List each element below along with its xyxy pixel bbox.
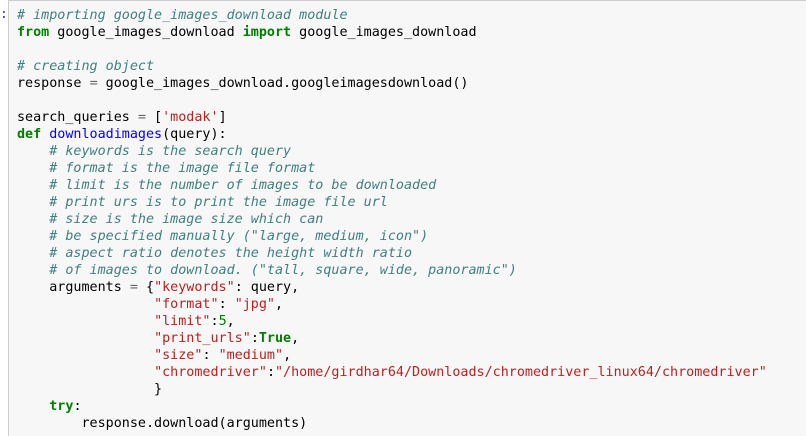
- code-line: search_queries = ['modak']: [17, 109, 767, 126]
- code-token: "keywords": [154, 280, 235, 295]
- code-token: "/home/girdhar64/Downloads/chromedriver_…: [275, 365, 767, 380]
- code-token: search_queries: [17, 110, 138, 125]
- code-token: {: [137, 280, 155, 295]
- code-line: # size is the image size which can: [17, 211, 767, 228]
- code-token: try: [49, 399, 74, 414]
- code-line: # keywords is the search query: [17, 143, 767, 160]
- code-line: "limit":5,: [17, 313, 767, 330]
- code-token: downloadimages: [49, 127, 163, 142]
- code-line: # importing google_images_download modul…: [17, 7, 767, 24]
- code-token: :: [218, 297, 235, 312]
- code-line: "chromedriver":"/home/girdhar64/Download…: [17, 364, 767, 381]
- code-token: "limit": [154, 314, 211, 329]
- code-token: # size is the image size which can: [49, 212, 324, 227]
- code-token: :: [210, 314, 219, 329]
- code-line: try:: [17, 398, 767, 415]
- code-line: # of images to download. ("tall, square,…: [17, 262, 767, 279]
- code-line: }: [17, 381, 767, 398]
- code-line: def downloadimages(query):: [17, 126, 767, 143]
- code-line: # print urs is to print the image file u…: [17, 194, 767, 211]
- code-token: True: [258, 331, 292, 346]
- code-line: arguments = {"keywords": query,: [17, 279, 767, 296]
- code-token: =: [129, 280, 138, 295]
- code-token: # of images to download. ("tall, square,…: [49, 263, 517, 278]
- code-token: response: [17, 76, 90, 91]
- code-token: 'modak': [162, 110, 219, 125]
- code-token: "size": [154, 348, 203, 363]
- code-token: :: [250, 331, 259, 346]
- code-token: (query):: [162, 127, 227, 142]
- code-token: google_images_download: [49, 25, 243, 40]
- code-editor[interactable]: # importing google_images_download modul…: [17, 7, 767, 432]
- code-token: # print urs is to print the image file u…: [49, 195, 388, 210]
- code-token: response.download(arguments): [17, 416, 308, 431]
- code-token: google_images_download.googleimagesdownl…: [97, 76, 469, 91]
- code-token: # aspect ratio denotes the height width …: [49, 246, 413, 261]
- code-line: # be specified manually ("large, medium,…: [17, 228, 767, 245]
- code-line: "print_urls":True,: [17, 330, 767, 347]
- code-token: "chromedriver": [154, 365, 267, 380]
- notebook-page: : # importing google_images_download mod…: [0, 0, 806, 436]
- code-line: "size": "medium",: [17, 347, 767, 364]
- code-token: ,: [283, 348, 292, 363]
- code-token: "format": [154, 297, 219, 312]
- code-token: # creating object: [17, 59, 155, 74]
- code-line: response.download(arguments): [17, 415, 767, 432]
- code-token: }: [17, 382, 163, 397]
- code-token: [: [146, 110, 163, 125]
- code-token: import: [242, 25, 292, 40]
- code-line: "format": "jpg",: [17, 296, 767, 313]
- cell-prompt: :: [0, 7, 8, 22]
- code-token: # importing google_images_download modul…: [17, 8, 348, 23]
- code-token: from: [17, 25, 50, 40]
- code-line: # creating object: [17, 58, 767, 75]
- code-token: google_images_download: [291, 25, 477, 40]
- code-token: :: [73, 399, 82, 414]
- code-token: "jpg": [234, 297, 275, 312]
- code-token: # be specified manually ("large, medium,…: [49, 229, 429, 244]
- code-cell[interactable]: # importing google_images_download modul…: [8, 0, 806, 436]
- code-token: :: [266, 365, 275, 380]
- code-token: "print_urls": [154, 331, 251, 346]
- code-token: ,: [226, 314, 235, 329]
- code-token: ]: [218, 110, 227, 125]
- code-token: :: [202, 348, 219, 363]
- code-line: response = google_images_download.google…: [17, 75, 767, 92]
- code-line: from google_images_download import googl…: [17, 24, 767, 41]
- code-token: # format is the image file format: [49, 161, 316, 176]
- code-line: # format is the image file format: [17, 160, 767, 177]
- code-token: arguments: [17, 280, 130, 295]
- code-line: # limit is the number of images to be do…: [17, 177, 767, 194]
- code-token: ,: [291, 331, 300, 346]
- code-token: =: [137, 110, 146, 125]
- code-token: : query,: [234, 280, 300, 295]
- code-token: # keywords is the search query: [49, 144, 292, 159]
- code-token: def: [17, 127, 42, 142]
- code-token: 5: [218, 314, 227, 329]
- code-line: # aspect ratio denotes the height width …: [17, 245, 767, 262]
- code-token: =: [89, 76, 98, 91]
- code-token: # limit is the number of images to be do…: [49, 178, 437, 193]
- code-token: ,: [275, 297, 284, 312]
- code-token: "medium": [218, 348, 284, 363]
